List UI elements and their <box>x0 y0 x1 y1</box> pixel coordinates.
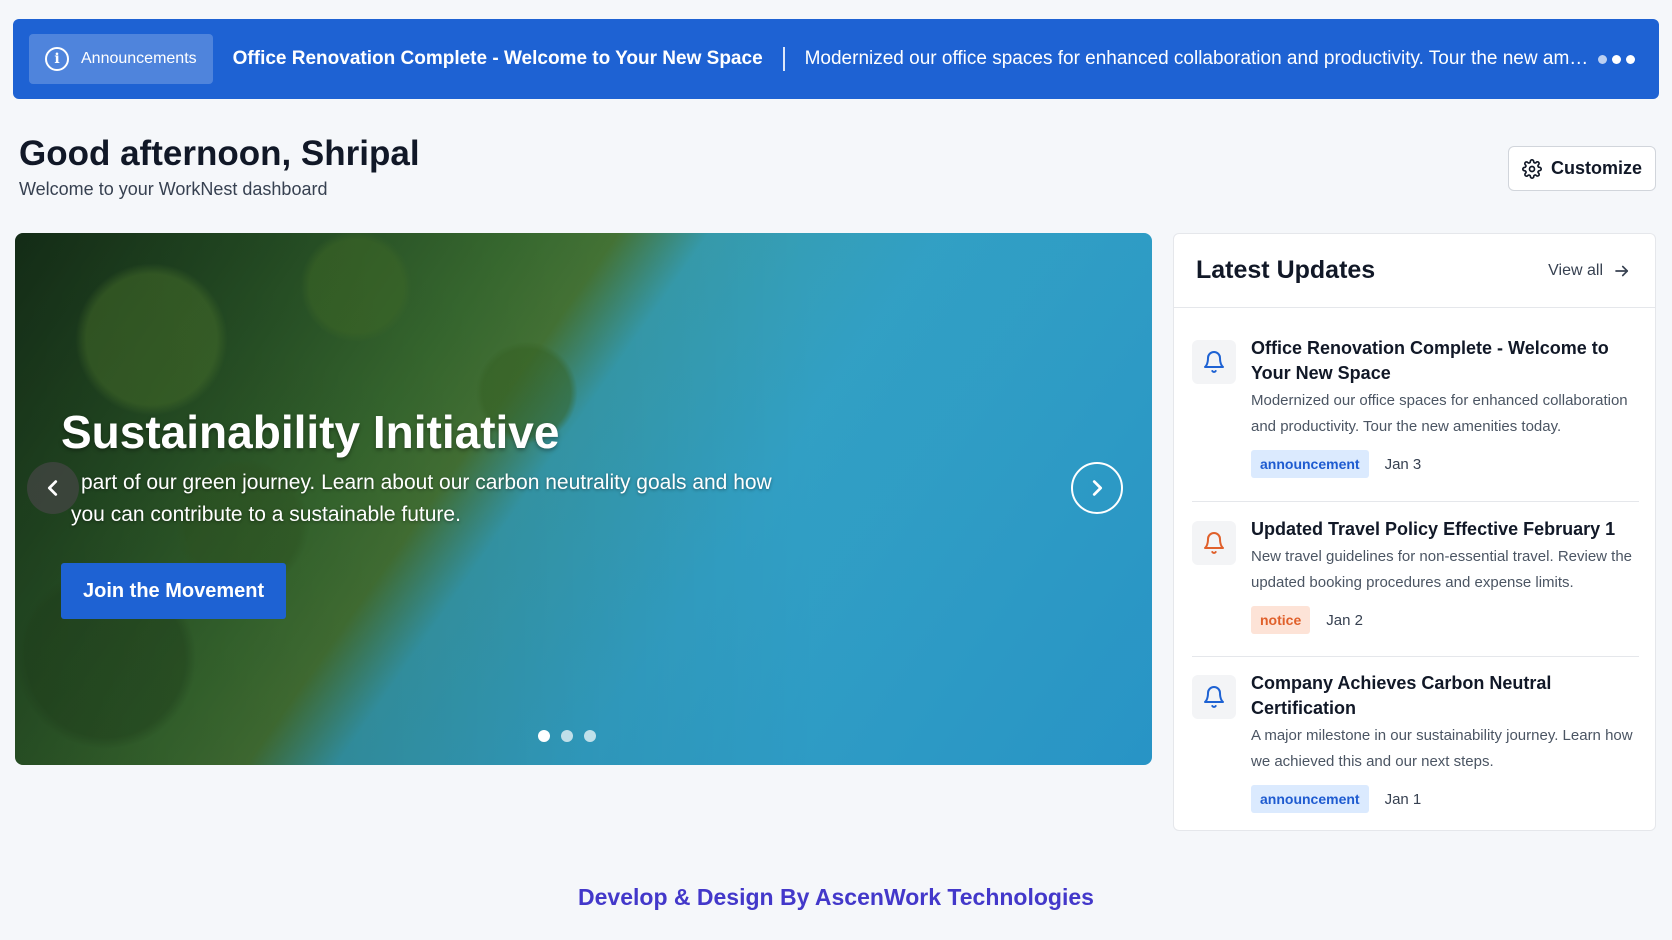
carousel-dot[interactable] <box>538 730 550 742</box>
arrow-right-icon <box>1615 265 1629 276</box>
divider <box>1192 656 1639 657</box>
update-date: Jan 3 <box>1384 455 1422 473</box>
gear-icon <box>1522 158 1542 179</box>
update-date: Jan 1 <box>1384 790 1422 808</box>
hero-description-line2: you can contribute to a sustainable futu… <box>71 503 461 526</box>
carousel-dot[interactable] <box>584 730 596 742</box>
update-title: Office Renovation Complete - Welcome to … <box>1251 338 1609 383</box>
update-title: Company Achieves Carbon Neutral Certific… <box>1251 673 1552 718</box>
bell-icon <box>1192 340 1236 384</box>
view-all-label: View all <box>1548 261 1603 279</box>
update-title: Updated Travel Policy Effective February… <box>1251 519 1616 539</box>
announcement-title[interactable]: Office Renovation Complete - Welcome to … <box>233 48 763 70</box>
chevron-right-icon <box>1092 480 1103 496</box>
update-item[interactable]: Company Achieves Carbon Neutral Certific… <box>1192 671 1639 813</box>
greeting-subtitle: Welcome to your WorkNest dashboard <box>19 179 328 199</box>
latest-updates-header: Latest Updates View all <box>1174 234 1655 308</box>
carousel-dots <box>538 730 596 742</box>
carousel-prev-button[interactable] <box>27 462 79 514</box>
announcements-label[interactable]: i Announcements <box>29 34 213 84</box>
customize-button[interactable]: Customize <box>1508 146 1656 191</box>
announcement-bar: i Announcements Office Renovation Comple… <box>13 19 1659 99</box>
latest-updates-panel: Latest Updates View all Office Renovatio… <box>1173 233 1656 831</box>
update-description: Modernized our office spaces for enhance… <box>1251 392 1628 435</box>
announcement-separator <box>782 47 785 71</box>
update-item[interactable]: Office Renovation Complete - Welcome to … <box>1192 336 1639 478</box>
join-movement-button[interactable]: Join the Movement <box>61 563 287 619</box>
bell-icon <box>1192 675 1236 719</box>
footer-credit: Develop & Design By AscenWork Technologi… <box>578 884 1094 910</box>
update-date: Jan 2 <box>1326 611 1363 629</box>
more-dots-icon[interactable] <box>1598 54 1643 64</box>
announcement-text: Modernized our office spaces for enhance… <box>804 48 1598 69</box>
bell-icon <box>1192 521 1236 565</box>
hero-carousel: Sustainability Initiative part of our gr… <box>15 233 1152 765</box>
carousel-dot[interactable] <box>561 730 573 742</box>
customize-label: Customize <box>1550 158 1642 178</box>
update-tag: announcement <box>1251 785 1369 813</box>
divider <box>1192 501 1639 502</box>
carousel-next-button[interactable] <box>1071 462 1123 514</box>
greeting-title: Good afternoon, Shripal <box>19 134 420 173</box>
update-description: A major milestone in our sustainability … <box>1251 727 1633 770</box>
latest-updates-title: Latest Updates <box>1196 256 1376 284</box>
chevron-left-icon <box>47 480 58 496</box>
info-icon: i <box>45 47 69 71</box>
update-tag: notice <box>1251 606 1311 634</box>
view-all-link[interactable]: View all <box>1548 262 1631 280</box>
hero-title: Sustainability Initiative <box>61 406 560 458</box>
update-item[interactable]: Updated Travel Policy Effective February… <box>1192 517 1639 634</box>
hero-description-line1: part of our green journey. Learn about o… <box>81 471 772 494</box>
hero-description: part of our green journey. Learn about o… <box>71 467 801 531</box>
announcements-label-text: Announcements <box>81 50 197 67</box>
update-tag: announcement <box>1251 450 1369 478</box>
update-description: New travel guidelines for non-essential … <box>1251 548 1633 591</box>
